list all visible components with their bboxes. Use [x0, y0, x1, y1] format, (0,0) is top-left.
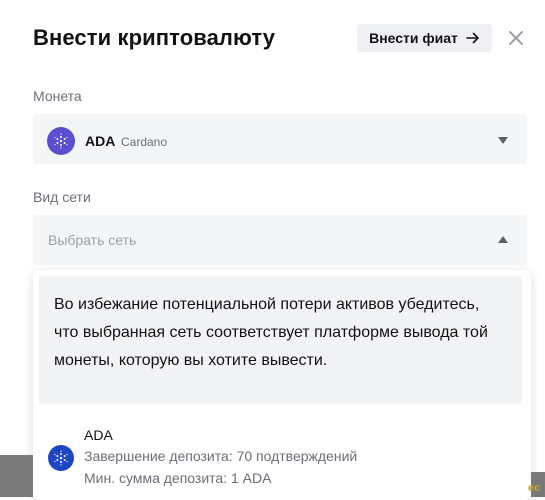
cardano-icon [47, 127, 75, 155]
network-option-completion: Завершение депозита: 70 подтверждений [84, 448, 358, 464]
network-label: Вид сети [33, 189, 91, 205]
network-placeholder: Выбрать сеть [48, 232, 137, 248]
deposit-fiat-button[interactable]: Внести фиат [357, 24, 492, 52]
chevron-down-icon [498, 137, 508, 144]
network-dropdown: Во избежание потенциальной потери активо… [33, 270, 531, 500]
arrow-right-icon [466, 32, 479, 44]
close-icon[interactable] [507, 29, 525, 47]
background-edge-text: ec [528, 482, 541, 494]
warning-box: Во избежание потенциальной потери активо… [39, 276, 522, 404]
coin-label: Монета [33, 88, 82, 104]
coin-name: Cardano [121, 135, 168, 149]
warning-text: Во избежание потенциальной потери активо… [54, 296, 488, 369]
network-option-min-deposit: Мин. сумма депозита: 1 ADA [84, 470, 272, 486]
deposit-fiat-label: Внести фиат [369, 30, 458, 46]
coin-select[interactable]: ADA Cardano [33, 114, 527, 164]
modal-title: Внести криптовалюту [33, 25, 276, 50]
network-select[interactable]: Выбрать сеть [33, 215, 527, 265]
network-option-ada[interactable]: ADA Завершение депозита: 70 подтверждени… [33, 420, 531, 500]
network-option-name: ADA [84, 427, 113, 443]
background-overlay [0, 455, 33, 497]
coin-ticker: ADA [85, 133, 116, 149]
cardano-icon [48, 445, 74, 471]
chevron-up-icon [498, 236, 508, 243]
deposit-crypto-modal: Внести криптовалюту Внести фиат Монета A… [0, 0, 545, 500]
